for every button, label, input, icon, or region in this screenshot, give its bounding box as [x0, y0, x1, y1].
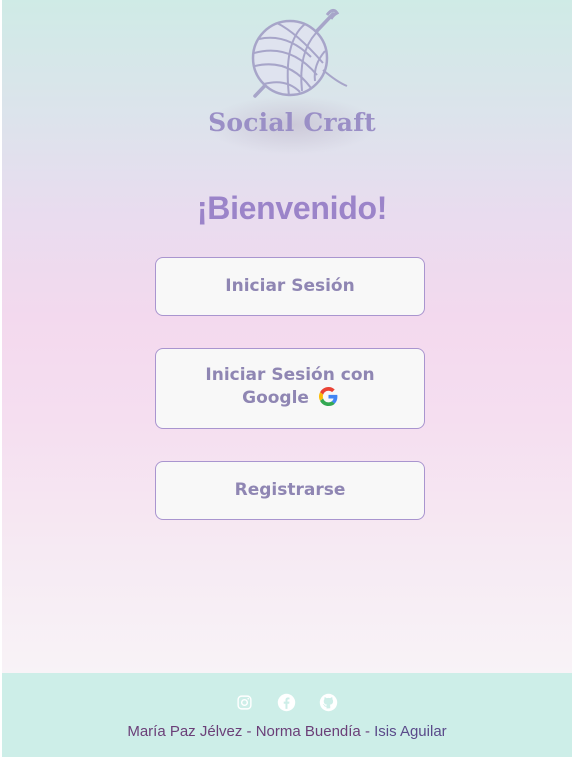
- login-button[interactable]: Iniciar Sesión: [155, 257, 425, 316]
- author-2: Norma Buendía: [255, 723, 361, 740]
- author-separator: -: [360, 723, 375, 740]
- register-button[interactable]: Registrarse: [155, 461, 425, 520]
- social-links: [2, 693, 572, 716]
- google-login-button[interactable]: Iniciar Sesión con Google: [155, 348, 425, 429]
- author-1: María Paz Jélvez: [127, 723, 243, 740]
- author-3: Isis Aguilar: [374, 723, 447, 740]
- credits: María Paz Jélvez - Norma Buendía - Isis …: [2, 723, 572, 740]
- facebook-icon[interactable]: [277, 693, 296, 716]
- footer: María Paz Jélvez - Norma Buendía - Isis …: [2, 673, 572, 757]
- google-icon: [318, 387, 338, 413]
- login-button-label: Iniciar Sesión: [225, 276, 355, 296]
- register-button-label: Registrarse: [234, 480, 346, 500]
- welcome-title: ¡Bienvenido!: [196, 190, 388, 226]
- google-button-label-line1: Iniciar Sesión con: [205, 365, 375, 385]
- github-icon[interactable]: [319, 693, 338, 716]
- brand-name: Social Craft: [208, 108, 376, 137]
- google-button-label-line2: Google: [242, 388, 309, 408]
- google-button-line2: Google: [242, 387, 338, 413]
- instagram-icon[interactable]: [236, 694, 253, 715]
- page-background: Social Craft ¡Bienvenido! Iniciar Sesión…: [2, 0, 572, 673]
- author-separator: -: [242, 723, 256, 740]
